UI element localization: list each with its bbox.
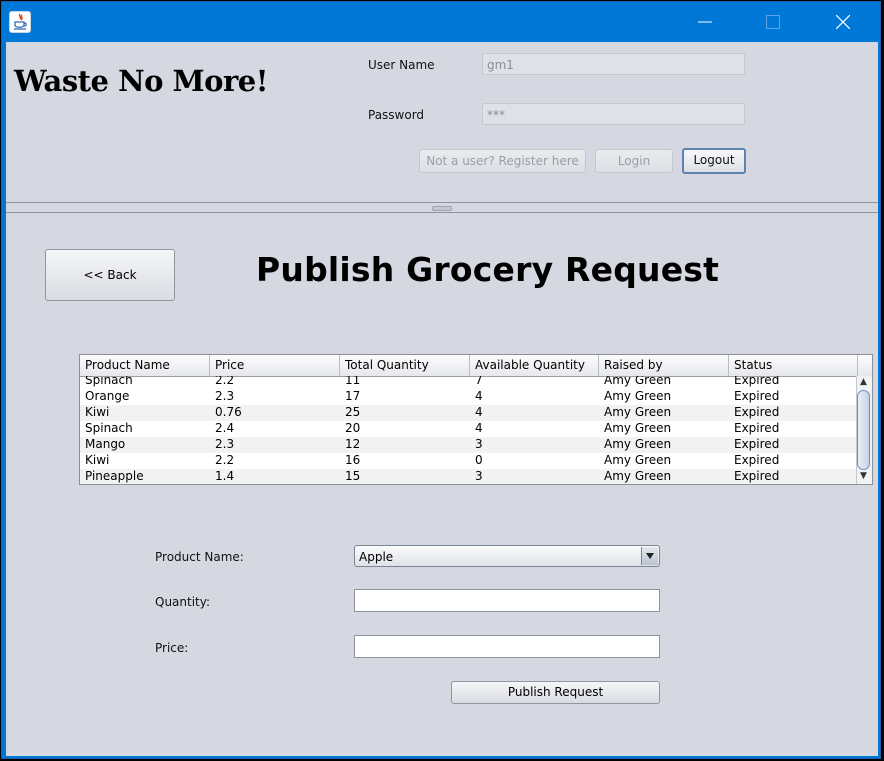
cell-raised-by: Amy Green	[604, 405, 672, 419]
cell-status: Expired	[734, 389, 780, 403]
cell-status: Expired	[734, 453, 780, 467]
cell-total-quantity: 15	[345, 469, 361, 483]
cell-product: Kiwi	[85, 405, 110, 419]
scrollbar-thumb[interactable]	[857, 390, 870, 470]
cell-product: Orange	[85, 389, 130, 403]
app-window: Waste No More! User Name gm1 Password **…	[1, 1, 881, 759]
column-header-price[interactable]: Price	[210, 355, 340, 376]
table-row[interactable]: Spinach 2.2 11 7 Amy Green Expired	[80, 376, 858, 389]
cell-status: Expired	[734, 421, 780, 435]
cell-product: Spinach	[85, 376, 133, 387]
product-name-selected: Apple	[359, 550, 394, 564]
cell-price: 2.4	[215, 421, 235, 435]
cell-available-quantity: 0	[475, 453, 483, 467]
back-button[interactable]: << Back	[45, 249, 175, 301]
table-row[interactable]: Orange 2.3 17 4 Amy Green Expired	[80, 389, 858, 405]
cell-total-quantity: 17	[345, 389, 361, 403]
publish-request-button[interactable]: Publish Request	[451, 681, 660, 704]
username-label: User Name	[368, 58, 435, 72]
cell-total-quantity: 20	[345, 421, 361, 435]
price-label: Price:	[155, 641, 189, 655]
column-header-product[interactable]: Product Name	[80, 355, 210, 376]
product-name-dropdown[interactable]: Apple	[354, 545, 660, 567]
maximize-button[interactable]	[750, 2, 796, 42]
cell-price: 2.2	[215, 376, 235, 387]
cell-status: Expired	[734, 469, 780, 483]
cell-available-quantity: 4	[475, 389, 483, 403]
cell-total-quantity: 11	[345, 376, 361, 387]
minimize-button[interactable]	[682, 2, 728, 42]
column-header-total-quantity[interactable]: Total Quantity	[340, 355, 470, 376]
cell-total-quantity: 16	[345, 453, 361, 467]
quantity-label: Quantity:	[155, 595, 211, 609]
cell-price: 2.2	[215, 453, 235, 467]
cell-product: Spinach	[85, 421, 133, 435]
cell-status: Expired	[734, 376, 780, 387]
cell-raised-by: Amy Green	[604, 437, 672, 451]
price-input[interactable]	[354, 635, 660, 658]
cell-raised-by: Amy Green	[604, 389, 672, 403]
cell-available-quantity: 4	[475, 421, 483, 435]
column-header-available-quantity[interactable]: Available Quantity	[470, 355, 599, 376]
table-vertical-scrollbar[interactable]: ▲ ▼	[856, 376, 872, 484]
app-logo-title: Waste No More!	[14, 64, 268, 98]
split-divider-bottom	[6, 212, 878, 213]
scroll-up-arrow-icon[interactable]: ▲	[860, 377, 867, 387]
cell-price: 2.3	[215, 389, 235, 403]
column-header-raised-by[interactable]: Raised by	[599, 355, 729, 376]
cell-available-quantity: 4	[475, 405, 483, 419]
close-button[interactable]	[820, 2, 866, 42]
login-button[interactable]: Login	[595, 149, 673, 173]
password-label: Password	[368, 108, 425, 122]
register-button[interactable]: Not a user? Register here	[419, 149, 586, 173]
split-divider-handle[interactable]	[432, 206, 452, 211]
table-row[interactable]: Kiwi 2.2 16 0 Amy Green Expired	[80, 453, 858, 469]
cell-available-quantity: 7	[475, 376, 483, 387]
client-area: Waste No More! User Name gm1 Password **…	[6, 42, 878, 756]
table-row[interactable]: Mango 2.3 12 3 Amy Green Expired	[80, 437, 858, 453]
column-header-status[interactable]: Status	[729, 355, 858, 376]
table-header: Product Name Price Total Quantity Availa…	[80, 355, 872, 377]
cell-raised-by: Amy Green	[604, 376, 672, 387]
cell-available-quantity: 3	[475, 437, 483, 451]
cell-price: 2.3	[215, 437, 235, 451]
dropdown-arrow-icon[interactable]	[641, 547, 658, 565]
table-body: Spinach 2.2 11 7 Amy Green Expired Orang…	[80, 376, 858, 484]
cell-total-quantity: 12	[345, 437, 361, 451]
quantity-input[interactable]	[354, 589, 660, 612]
split-divider-top	[6, 202, 878, 203]
cell-available-quantity: 3	[475, 469, 483, 483]
cell-raised-by: Amy Green	[604, 469, 672, 483]
cell-raised-by: Amy Green	[604, 453, 672, 467]
password-field[interactable]: ***	[482, 103, 745, 125]
cell-product: Kiwi	[85, 453, 110, 467]
cell-total-quantity: 25	[345, 405, 361, 419]
cell-raised-by: Amy Green	[604, 421, 672, 435]
title-bar	[2, 2, 880, 42]
requests-table[interactable]: Product Name Price Total Quantity Availa…	[79, 354, 873, 485]
java-app-icon	[9, 11, 31, 33]
cell-price: 1.4	[215, 469, 235, 483]
product-name-label: Product Name:	[155, 550, 244, 564]
cell-product: Mango	[85, 437, 126, 451]
page-title: Publish Grocery Request	[256, 250, 720, 289]
cell-price: 0.76	[215, 405, 242, 419]
scroll-down-arrow-icon[interactable]: ▼	[860, 471, 867, 481]
cell-product: Pineapple	[85, 469, 144, 483]
logout-button[interactable]: Logout	[682, 148, 746, 174]
cell-status: Expired	[734, 405, 780, 419]
table-row[interactable]: Spinach 2.4 20 4 Amy Green Expired	[80, 421, 858, 437]
table-row[interactable]: Pineapple 1.4 15 3 Amy Green Expired	[80, 469, 858, 484]
username-field[interactable]: gm1	[482, 53, 745, 75]
table-row[interactable]: Kiwi 0.76 25 4 Amy Green Expired	[80, 405, 858, 421]
cell-status: Expired	[734, 437, 780, 451]
